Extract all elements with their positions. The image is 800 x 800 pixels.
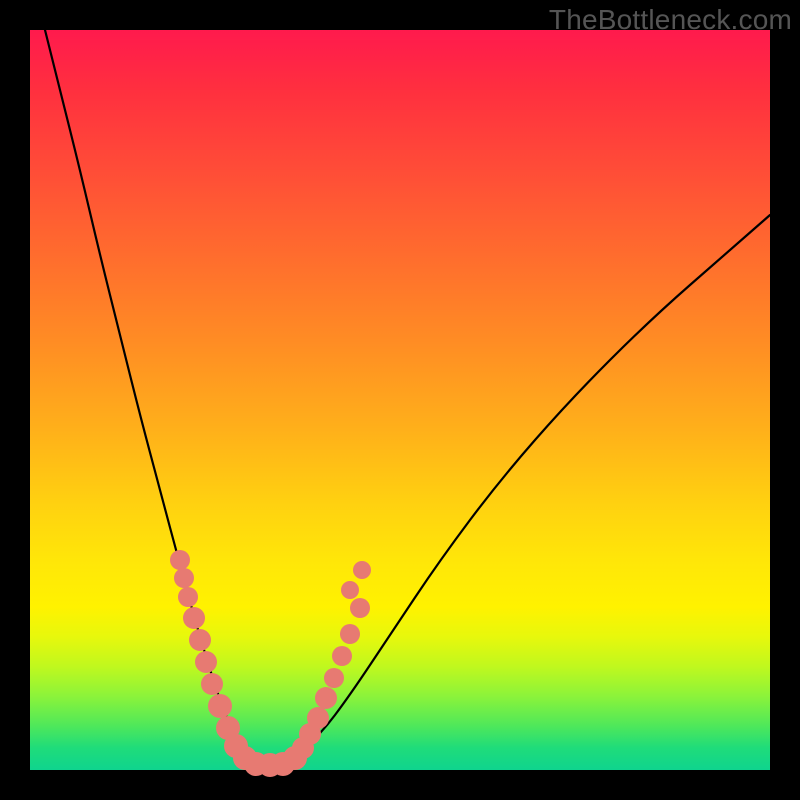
scatter-dot: [350, 598, 370, 618]
scatter-dots-group: [170, 550, 371, 777]
scatter-dot: [332, 646, 352, 666]
scatter-dot: [183, 607, 205, 629]
scatter-dot: [315, 687, 337, 709]
scatter-dot: [195, 651, 217, 673]
scatter-dot: [201, 673, 223, 695]
scatter-dot: [178, 587, 198, 607]
scatter-dot: [189, 629, 211, 651]
scatter-dot: [170, 550, 190, 570]
scatter-dot: [341, 581, 359, 599]
gradient-plot-area: [30, 30, 770, 770]
watermark-text: TheBottleneck.com: [549, 4, 792, 36]
outer-frame: TheBottleneck.com: [0, 0, 800, 800]
scatter-dot: [340, 624, 360, 644]
scatter-dot: [208, 694, 232, 718]
scatter-dot: [174, 568, 194, 588]
scatter-dot: [324, 668, 344, 688]
bottleneck-curve: [45, 30, 770, 764]
scatter-dot: [353, 561, 371, 579]
scatter-dot: [307, 707, 329, 729]
curve-svg: [30, 30, 770, 770]
